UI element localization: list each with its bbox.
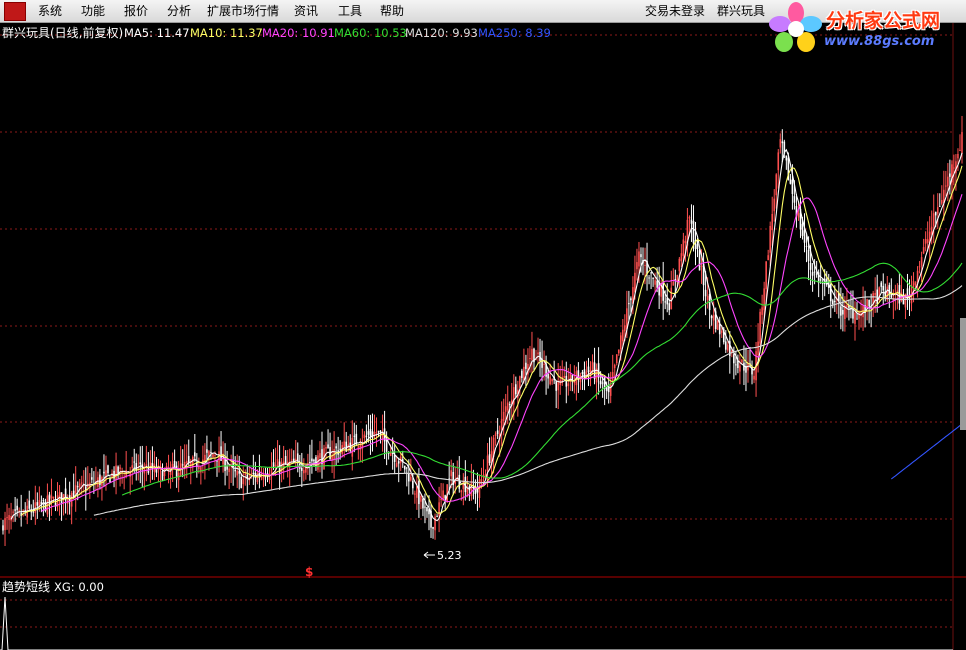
menu-analysis[interactable]: 分析 <box>167 0 191 22</box>
menu-quote[interactable]: 报价 <box>124 0 148 22</box>
menu-function[interactable]: 功能 <box>81 0 105 22</box>
site-watermark: 分析家公式网 www.88gs.com <box>766 0 966 58</box>
menu-tools[interactable]: 工具 <box>338 0 362 22</box>
ma10-label: MA10: 11.37 <box>190 26 263 40</box>
ma20-label: MA20: 10.91 <box>262 26 335 40</box>
min-price-label: 5.23 <box>437 549 462 562</box>
brand-url: www.88gs.com <box>824 34 935 49</box>
ma5-label: MA5: 11.47 <box>124 26 190 40</box>
menu-help[interactable]: 帮助 <box>380 0 404 22</box>
menu-extended-market[interactable]: 扩展市场行情 <box>207 0 279 22</box>
menu-system[interactable]: 系统 <box>38 0 62 22</box>
app-logo-icon[interactable] <box>4 2 26 21</box>
xg-indicator-label: XG: 0.00 <box>54 580 104 594</box>
brand-title: 分析家公式网 <box>826 10 941 32</box>
right-scrollbar[interactable] <box>960 318 966 430</box>
ma-legend: MA5: 11.47 MA10: 11.37 MA20: 10.91 MA60:… <box>124 26 551 40</box>
chart-area[interactable]: 群兴玩具(日线,前复权) MA5: 11.47 MA10: 11.37 MA20… <box>0 23 966 650</box>
signal-marker: $ <box>305 565 313 579</box>
ma120-label: MA120: 9.93 <box>405 26 478 40</box>
menu-info[interactable]: 资讯 <box>294 0 318 22</box>
login-status[interactable]: 交易未登录 <box>645 0 705 22</box>
ma250-label: MA250: 8.39 <box>478 26 551 40</box>
stock-name-short: 群兴玩具 <box>717 4 766 18</box>
flower-logo-icon <box>769 2 822 52</box>
ma60-label: MA60: 10.53 <box>334 26 407 40</box>
sub-chart-title: 趋势短线 <box>2 580 50 594</box>
main-chart-title: 群兴玩具(日线,前复权) <box>2 25 123 40</box>
